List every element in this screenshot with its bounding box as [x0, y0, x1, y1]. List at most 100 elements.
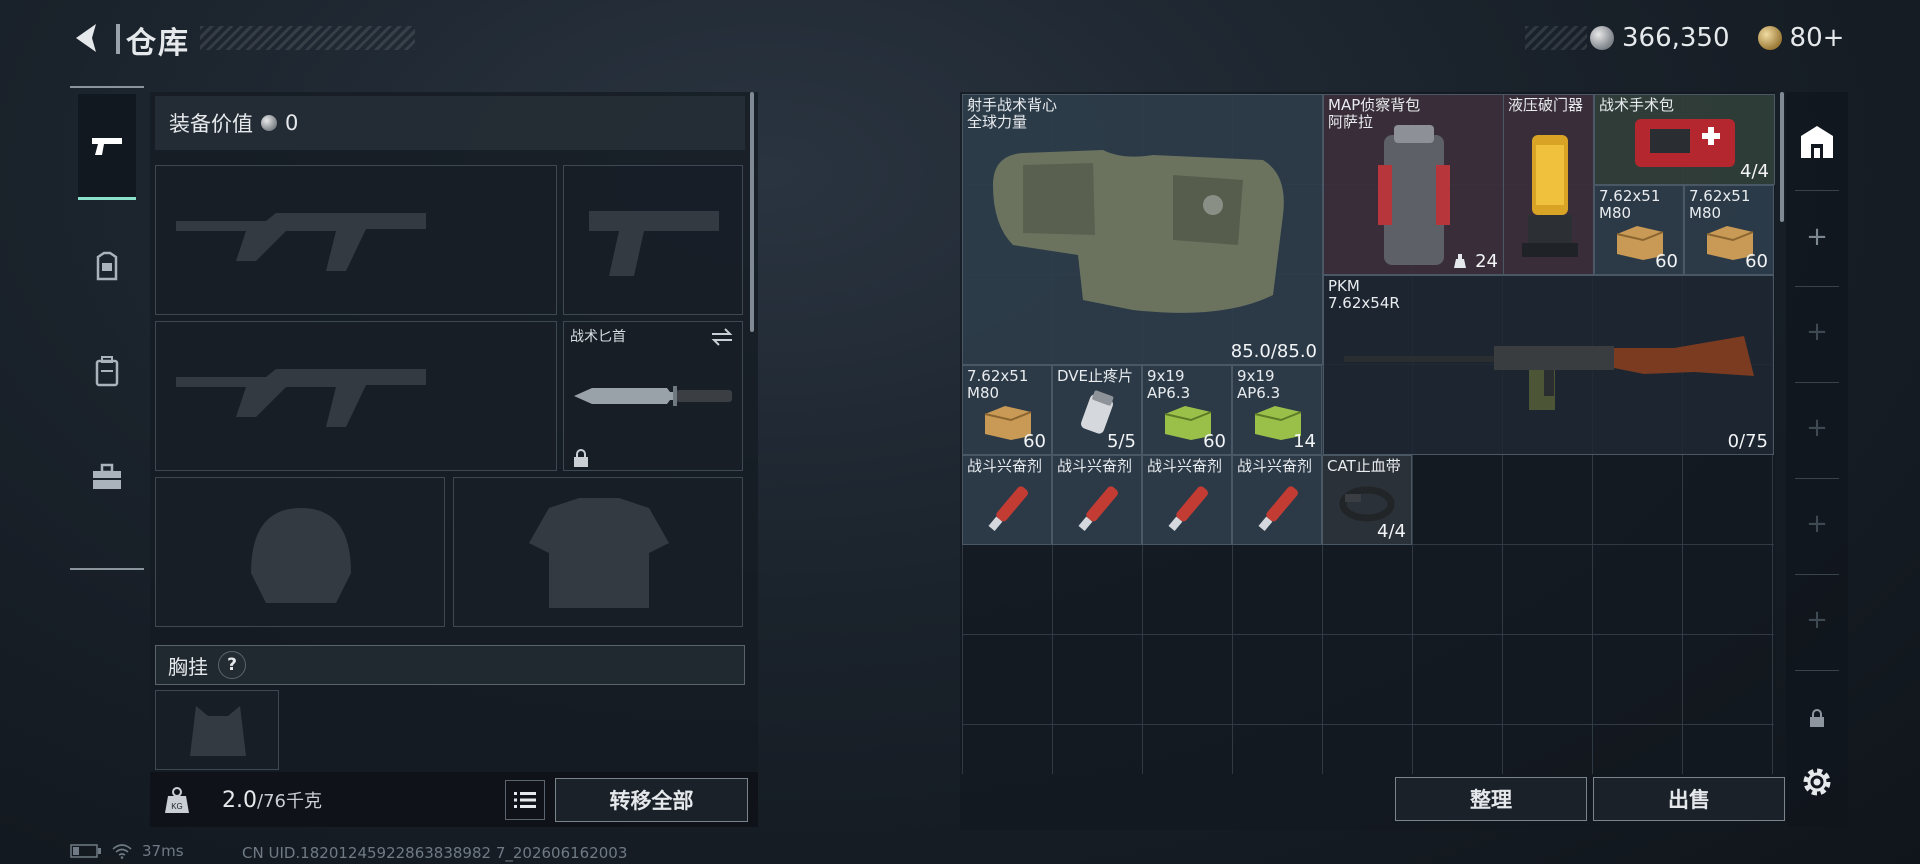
chest-rig-slot[interactable] — [155, 690, 279, 770]
equipment-value-bar: 装备价值 0 — [155, 96, 745, 150]
user-uid: CN UID.18201245922863838982 7_2026061620… — [242, 844, 628, 862]
rail-divider — [1795, 382, 1839, 383]
sell-button[interactable]: 出售 — [1593, 777, 1785, 821]
silver-coin-icon — [261, 115, 277, 131]
storage-item[interactable]: 液压破门器 — [1503, 94, 1594, 275]
nav-item-toolbox[interactable] — [78, 424, 136, 530]
toolbox-icon — [93, 463, 121, 489]
rail-divider — [1795, 574, 1839, 575]
transfer-all-button[interactable]: 转移全部 — [555, 778, 748, 822]
add-storage-tab-button[interactable]: + — [1795, 598, 1839, 642]
helmet-silhouette-icon — [251, 508, 351, 603]
weight-icon: KG — [165, 787, 189, 813]
storage-item[interactable]: 战斗兴奋剂 — [1142, 455, 1232, 545]
silver-currency-value: 366,350 — [1622, 23, 1730, 53]
storage-item[interactable]: 战术手术包 4/4 — [1594, 94, 1775, 185]
ping-value: 37ms — [142, 842, 184, 860]
primary-weapon-slot[interactable] — [155, 165, 557, 315]
item-name: 液压破门器 — [1508, 96, 1584, 114]
armor-silhouette-icon — [529, 498, 669, 608]
capacity-icon — [1454, 254, 1466, 268]
storage-scrollbar[interactable] — [1780, 92, 1784, 222]
chest-rig-header: 胸挂 ? — [155, 645, 745, 685]
storage-item[interactable]: 射手战术背心 全球力量 85.0/85.0 — [962, 94, 1323, 365]
rail-divider — [1795, 478, 1839, 479]
settings-button[interactable] — [1795, 760, 1839, 804]
storage-item[interactable]: 战斗兴奋剂 — [1052, 455, 1142, 545]
rifle-silhouette-icon — [176, 213, 426, 271]
storage-item[interactable]: CAT止血带 4/4 — [1322, 455, 1412, 545]
rail-divider — [1795, 670, 1839, 671]
item-name: 战斗兴奋剂 — [1237, 457, 1313, 475]
storage-item[interactable]: 9x19 AP6.3 14 — [1232, 365, 1322, 455]
silver-coin-icon — [1590, 26, 1614, 50]
nav-item-helmet-armor[interactable] — [78, 214, 136, 320]
back-arrow-icon — [76, 24, 96, 52]
back-button[interactable] — [70, 20, 106, 56]
storage-item[interactable]: 7.62x51 M80 60 — [1594, 185, 1684, 275]
add-storage-tab-button[interactable]: + — [1795, 406, 1839, 450]
helmet-slot[interactable] — [155, 477, 445, 627]
nav-item-backpack[interactable] — [78, 318, 136, 424]
swap-icon[interactable] — [710, 328, 734, 346]
gear-icon — [1803, 768, 1831, 796]
storage-item[interactable]: 战斗兴奋剂 — [962, 455, 1052, 545]
hydraulic-breacher-icon — [1522, 135, 1578, 257]
storage-item[interactable]: DVE止疼片 5/5 — [1052, 365, 1142, 455]
item-uses: 5/5 — [1107, 431, 1136, 452]
sort-button[interactable]: 整理 — [1395, 777, 1587, 821]
category-nav — [70, 86, 144, 570]
item-ammo-count: 0/75 — [1727, 431, 1768, 452]
item-name: 7.62x51 M80 — [1689, 187, 1751, 222]
equipment-value: 0 — [285, 111, 299, 135]
weight-current: 2.0 — [222, 788, 257, 813]
storage-item[interactable]: 战斗兴奋剂 — [1232, 455, 1322, 545]
body-armor-slot[interactable] — [453, 477, 743, 627]
add-storage-tab-button[interactable]: + — [1795, 215, 1839, 259]
backpack-icon — [95, 356, 119, 387]
storage-item[interactable]: 9x19 AP6.3 60 — [1142, 365, 1232, 455]
item-name: 7.62x51 M80 — [967, 367, 1029, 402]
currency-display: 366,350 80+ — [1590, 22, 1860, 54]
item-name: DVE止疼片 — [1057, 367, 1134, 385]
secondary-weapon-slot[interactable] — [155, 321, 557, 471]
currency-hatch-decoration — [1525, 26, 1587, 50]
melee-slot[interactable]: 战术匕首 — [563, 321, 743, 471]
item-stack-count: 60 — [1203, 431, 1226, 452]
tactical-knife-icon — [574, 386, 732, 406]
storage-item[interactable]: PKM 7.62x54R 0/75 — [1323, 275, 1774, 455]
nav-item-weapons[interactable] — [78, 94, 136, 200]
device-status-bar: 37ms — [70, 842, 184, 860]
lock-icon — [574, 449, 588, 467]
warehouse-icon — [1801, 126, 1833, 158]
item-name: 7.62x51 M80 — [1599, 187, 1661, 222]
plus-icon: + — [1806, 413, 1828, 443]
list-view-button[interactable] — [505, 780, 545, 820]
storage-item[interactable]: 7.62x51 M80 60 — [962, 365, 1052, 455]
add-storage-tab-button[interactable]: + — [1795, 310, 1839, 354]
item-stack-count: 14 — [1293, 431, 1316, 452]
list-icon — [514, 792, 536, 808]
item-stack-count: 60 — [1023, 431, 1046, 452]
storage-item[interactable]: MAP侦察背包 阿萨拉 24 — [1323, 94, 1504, 275]
loadout-scrollbar[interactable] — [750, 92, 754, 332]
weight-readout: 2.0/76千克 — [222, 787, 322, 813]
weight-max: /76千克 — [257, 791, 322, 812]
add-storage-tab-button[interactable]: + — [1795, 502, 1839, 546]
title-hatch-decoration — [200, 26, 415, 50]
sidearm-slot[interactable] — [563, 165, 743, 315]
locked-storage-tab[interactable] — [1795, 696, 1839, 740]
stimulant-injector-icon — [1168, 486, 1208, 531]
storage-tab-main[interactable] — [1795, 120, 1839, 164]
wifi-icon — [112, 844, 132, 859]
stimulant-injector-icon — [1078, 486, 1118, 531]
backpack-item-icon — [1378, 125, 1450, 265]
item-name: 9x19 AP6.3 — [1147, 367, 1191, 402]
pistol-silhouette-icon — [589, 211, 719, 276]
rail-divider — [1795, 190, 1839, 191]
chest-rig-silhouette-icon — [190, 706, 246, 756]
storage-item[interactable]: 7.62x51 M80 60 — [1684, 185, 1774, 275]
gold-currency-value[interactable]: 80+ — [1790, 23, 1845, 53]
plus-icon: + — [1806, 222, 1828, 252]
help-icon[interactable]: ? — [218, 651, 246, 679]
